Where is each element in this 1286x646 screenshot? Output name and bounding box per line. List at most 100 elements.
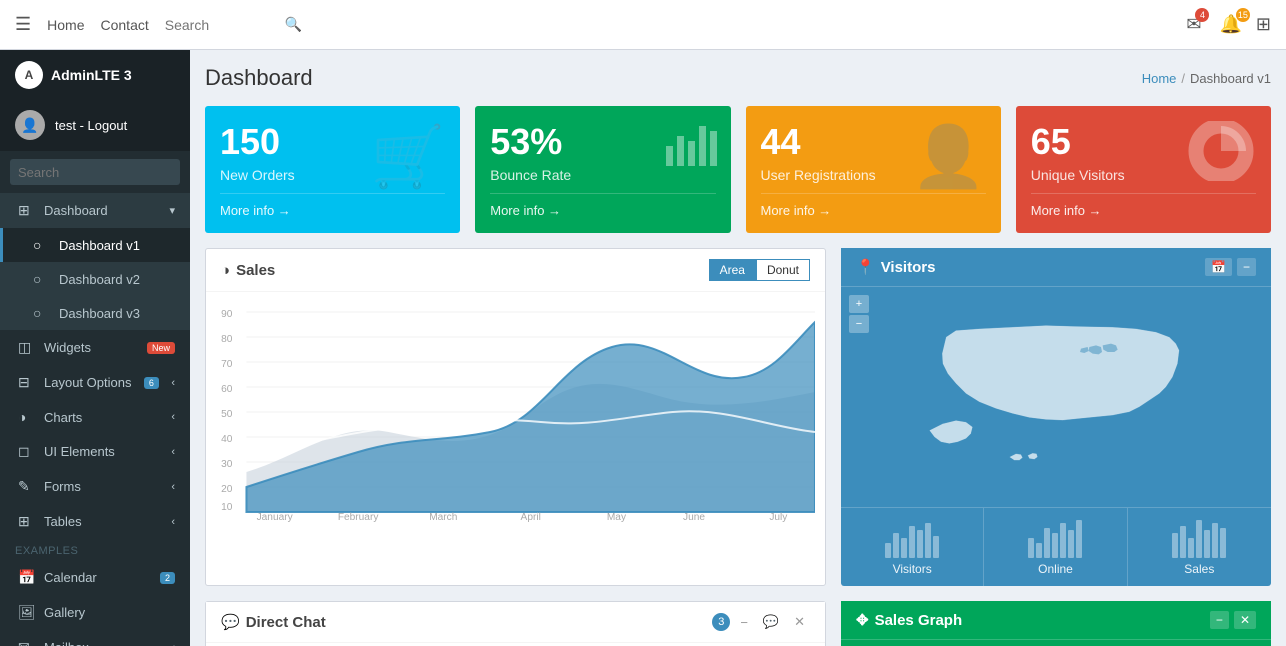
new-badge: New [147,342,175,354]
more-info-registrations[interactable]: More info → [761,203,832,218]
visitors-stat-label-visitors: Visitors [851,562,973,576]
sidebar-item-layout-options[interactable]: ⊟ Layout Options 6 ‹ [0,365,190,400]
svg-text:July: July [769,512,788,522]
notifications-button[interactable]: 🔔 15 [1215,10,1245,39]
chat-minimize-btn[interactable]: − [735,613,753,632]
map-zoom-out[interactable]: − [849,315,869,333]
visitors-title-text: Visitors [881,259,936,276]
nav-contact[interactable]: Contact [101,17,149,33]
layout-icon: ⊟ [18,374,36,391]
sidebar-item-gallery[interactable]: 🖼 Gallery [0,595,190,630]
svg-text:40: 40 [221,434,233,445]
more-info-bounce[interactable]: More info → [490,203,561,218]
sales-chart-body: 90 80 70 60 50 40 30 20 10 [206,292,825,535]
sales-title-text: Sales [236,262,275,279]
sidebar-item-tables-label: Tables [44,514,82,529]
sidebar-item-dashboard-v2[interactable]: ○ Dashboard v2 [0,262,190,296]
sidebar-item-dashboard[interactable]: ⊞ Dashboard ▾ [0,193,190,228]
map-pin-icon: 📍 [856,258,875,276]
page-title: Dashboard [205,65,313,91]
stat-box-visitors[interactable]: 65 Unique Visitors More info → [1016,106,1271,233]
user-name: test - Logout [55,118,127,133]
content-area: Dashboard Home / Dashboard v1 150 New Or… [190,50,1286,646]
more-info-visitors[interactable]: More info → [1031,203,1102,218]
charts-row: ◑ Sales Area Donut 90 80 [205,248,1271,586]
btn-donut[interactable]: Donut [756,259,810,281]
sales-area-chart: 90 80 70 60 50 40 30 20 10 [216,302,815,522]
sidebar-submenu-dashboard: ○ Dashboard v1 ○ Dashboard v2 ○ Dashboar… [0,228,190,330]
sidebar-item-dashboard-v1[interactable]: ○ Dashboard v1 [0,228,190,262]
sidebar-item-forms[interactable]: ✎ Forms ‹ [0,469,190,504]
stat-footer-orders: More info → [220,193,445,218]
hamburger-icon[interactable]: ☰ [15,14,31,35]
sidebar-search-input[interactable] [10,159,180,185]
sales-graph-close[interactable]: ✕ [1234,611,1256,629]
circle-icon: ○ [33,271,51,287]
calendar-tool-btn[interactable]: 📅 [1205,258,1232,276]
sidebar-item-mailbox[interactable]: ✉ Mailbox ‹ [0,630,190,646]
sidebar-item-widgets[interactable]: ◫ Widgets New [0,330,190,365]
stat-box-registrations[interactable]: 44 User Registrations 👤 More info → [746,106,1001,233]
more-info-orders[interactable]: More info → [220,203,291,218]
sidebar-item-charts[interactable]: ◑ Charts ‹ [0,400,190,434]
sidebar-item-dashboard-v3[interactable]: ○ Dashboard v3 [0,296,190,330]
top-search-bar: 🔍 [165,16,302,33]
chart-type-buttons: Area Donut [709,259,810,281]
chevron-icon: ‹ [171,481,175,493]
brand-logo: A [15,61,43,89]
calendar-icon: 📅 [18,569,36,586]
orders-icon: 🛒 [371,121,446,192]
grid-icon[interactable]: ⊞ [1256,14,1271,35]
avatar: 👤 [15,110,45,140]
sidebar-item-gallery-label: Gallery [44,605,85,620]
direct-chat-card: 💬 Direct Chat 3 − 💬 ✕ U Is this tem [205,601,826,646]
stat-box-bounce[interactable]: 53% Bounce Rate More info → [475,106,730,233]
nav-links: Home Contact [47,17,149,33]
svg-text:90: 90 [221,309,233,320]
chat-count-badge: 3 [712,613,730,631]
svg-text:50: 50 [221,409,233,420]
sidebar-item-mailbox-label: Mailbox [44,640,89,646]
chevron-down-icon: ▾ [169,204,175,217]
sidebar-item-calendar[interactable]: 📅 Calendar 2 [0,560,190,595]
stat-footer-registrations: More info → [761,193,986,218]
stat-boxes: 150 New Orders 🛒 More info → 53% Bounce … [205,106,1271,233]
sidebar-menu: ⊞ Dashboard ▾ ○ Dashboard v1 ○ Dashboard… [0,193,190,646]
chat-close-btn[interactable]: ✕ [789,612,810,632]
chat-icon: 💬 [221,613,240,631]
chevron-icon: ‹ [171,377,175,389]
sidebar-item-tables[interactable]: ⊞ Tables ‹ [0,504,190,539]
map-zoom-in[interactable]: + [849,295,869,313]
svg-text:March: March [429,512,457,522]
sales-graph-minimize[interactable]: − [1210,611,1229,629]
sidebar-item-dashboard-v1-label: Dashboard v1 [59,238,140,253]
search-icon[interactable]: 🔍 [285,16,302,33]
circle-icon: ○ [33,305,51,321]
chat-title-text: Direct Chat [246,614,326,631]
top-navigation: ☰ Home Contact 🔍 ✉ 4 🔔 15 ⊞ [0,0,1286,50]
sidebar-user[interactable]: 👤 test - Logout [0,100,190,151]
sidebar-item-ui-elements[interactable]: ◻ UI Elements ‹ [0,434,190,469]
sidebar-item-calendar-label: Calendar [44,570,97,585]
svg-text:20: 20 [221,484,233,495]
nav-home[interactable]: Home [47,17,84,33]
visitors-stats: Visitors Online [841,507,1271,586]
minimize-btn[interactable]: − [1237,258,1256,276]
visitors-card-title: 📍 Visitors [856,258,935,276]
top-search-input[interactable] [165,17,285,33]
sales-chart-header: ◑ Sales Area Donut [206,249,825,292]
chat-card-tools: 3 − 💬 ✕ [712,612,810,632]
nav-left: ☰ Home Contact 🔍 [15,14,302,35]
btn-area[interactable]: Area [709,259,756,281]
stat-box-orders[interactable]: 150 New Orders 🛒 More info → [205,106,460,233]
sales-graph-title: ✥ Sales Graph [856,611,962,629]
svg-text:80: 80 [221,334,233,345]
sidebar-item-widgets-label: Widgets [44,340,91,355]
messages-button[interactable]: ✉ 4 [1182,10,1205,39]
breadcrumb-home[interactable]: Home [1142,71,1177,86]
dashboard-icon: ⊞ [18,202,36,219]
sidebar-item-dashboard-label: Dashboard [44,203,108,218]
sidebar-brand: A AdminLTE 3 [0,50,190,100]
chat-comments-btn[interactable]: 💬 [758,612,784,632]
visitors-stat-sales: Sales [1128,508,1271,586]
